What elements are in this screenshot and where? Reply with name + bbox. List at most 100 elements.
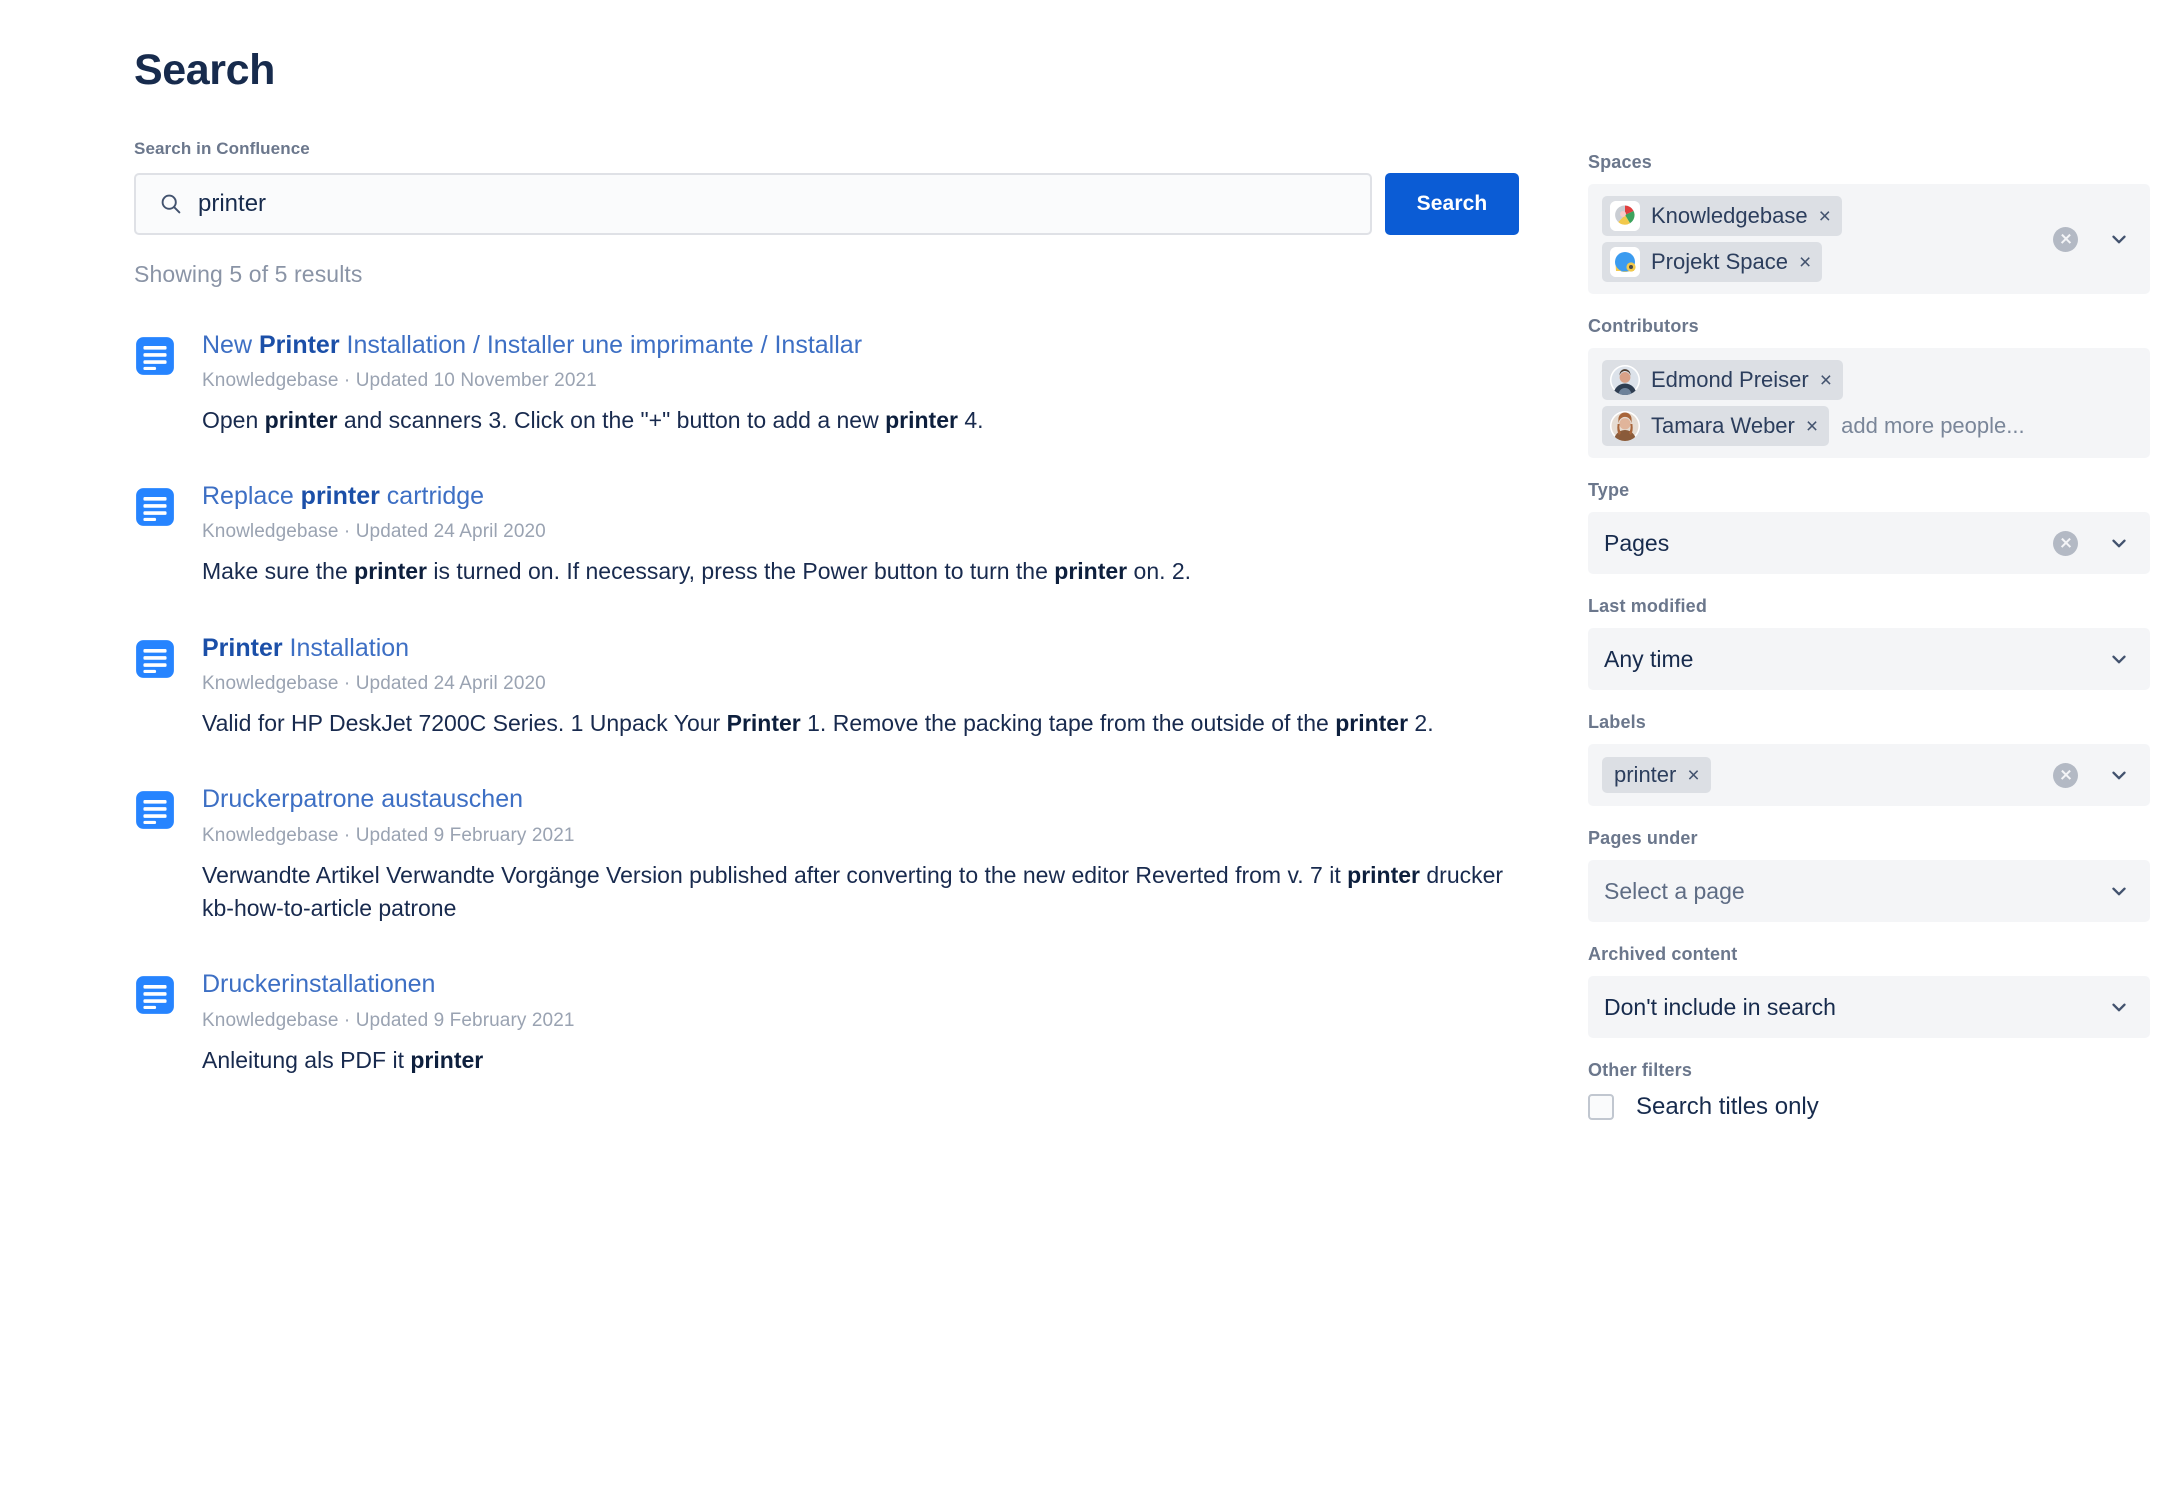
contributor-chip-label: Edmond Preiser xyxy=(1651,367,1809,393)
search-titles-only-row: Search titles only xyxy=(1588,1093,2150,1121)
result-body: Replace printer cartridge Knowledgebase … xyxy=(202,481,1534,589)
space-avatar-projekt-icon xyxy=(1610,247,1640,277)
labels-chip-stack: printer × xyxy=(1602,757,2053,793)
clear-labels-icon[interactable] xyxy=(2053,763,2078,788)
result-title-link[interactable]: Replace printer cartridge xyxy=(202,481,1534,512)
result-item: Replace printer cartridge Knowledgebase … xyxy=(134,481,1534,589)
filter-group-last-modified: Last modified Any time xyxy=(1588,596,2150,690)
page-document-icon xyxy=(134,335,176,377)
pages-under-field-actions xyxy=(2108,880,2136,902)
contributors-second-line: Tamara Weber × add more people... xyxy=(1602,406,2025,446)
pages-under-filter-field[interactable]: Select a page xyxy=(1588,860,2150,922)
result-snippet: Make sure the printer is turned on. If n… xyxy=(202,555,1527,588)
result-body: Druckerinstallationen Knowledgebase · Up… xyxy=(202,969,1534,1077)
result-body: Druckerpatrone austauschen Knowledgebase… xyxy=(202,784,1534,925)
contributors-filter-field[interactable]: Edmond Preiser × xyxy=(1588,348,2150,458)
result-title-link[interactable]: Printer Installation xyxy=(202,633,1534,664)
result-item: Druckerpatrone austauschen Knowledgebase… xyxy=(134,784,1534,925)
search-button[interactable]: Search xyxy=(1385,173,1519,235)
labels-filter-field[interactable]: printer × xyxy=(1588,744,2150,806)
label-chip-remove-icon[interactable]: × xyxy=(1687,765,1699,786)
contributor-chip-edmond-preiser[interactable]: Edmond Preiser × xyxy=(1602,360,1843,400)
page-document-icon xyxy=(134,789,176,831)
user-avatar-tamara-icon xyxy=(1610,411,1640,441)
filter-group-archived-content: Archived content Don't include in search xyxy=(1588,944,2150,1038)
chevron-down-icon[interactable] xyxy=(2108,532,2130,554)
result-body: Printer Installation Knowledgebase · Upd… xyxy=(202,633,1534,741)
filter-group-other-filters: Other filters Search titles only xyxy=(1588,1060,2150,1121)
space-chip-remove-icon[interactable]: × xyxy=(1799,252,1811,273)
chevron-down-icon[interactable] xyxy=(2108,764,2130,786)
result-item: Printer Installation Knowledgebase · Upd… xyxy=(134,633,1534,741)
space-chip-remove-icon[interactable]: × xyxy=(1819,206,1831,227)
contributor-chip-remove-icon[interactable]: × xyxy=(1820,370,1832,391)
filter-label-last-modified: Last modified xyxy=(1588,596,2150,617)
filter-group-spaces: Spaces Knowledgebase xyxy=(1588,0,2150,294)
chevron-down-icon[interactable] xyxy=(2108,228,2130,250)
spaces-field-actions xyxy=(2053,227,2136,252)
filter-label-spaces: Spaces xyxy=(1588,152,2150,173)
filter-group-type: Type Pages xyxy=(1588,480,2150,574)
chevron-down-icon[interactable] xyxy=(2108,880,2130,902)
last-modified-field-actions xyxy=(2108,648,2136,670)
contributor-chip-remove-icon[interactable]: × xyxy=(1806,416,1818,437)
filter-group-pages-under: Pages under Select a page xyxy=(1588,828,2150,922)
result-snippet: Verwandte Artikel Verwandte Vorgänge Ver… xyxy=(202,859,1527,926)
label-chip-printer[interactable]: printer × xyxy=(1602,757,1711,793)
filter-label-other-filters: Other filters xyxy=(1588,1060,2150,1081)
chevron-down-icon[interactable] xyxy=(2108,996,2130,1018)
filter-label-contributors: Contributors xyxy=(1588,316,2150,337)
space-chip-label: Knowledgebase xyxy=(1651,203,1808,229)
search-row: printer Search xyxy=(134,173,1534,235)
result-title-link[interactable]: New Printer Installation / Installer une… xyxy=(202,330,1534,361)
contributor-chip-label: Tamara Weber xyxy=(1651,413,1795,439)
page-title: Search xyxy=(134,0,1534,97)
search-titles-only-checkbox[interactable] xyxy=(1588,1094,1614,1120)
archived-content-filter-field[interactable]: Don't include in search xyxy=(1588,976,2150,1038)
result-snippet: Open printer and scanners 3. Click on th… xyxy=(202,404,1527,437)
clear-spaces-icon[interactable] xyxy=(2053,227,2078,252)
result-snippet: Anleitung als PDF it printer xyxy=(202,1044,1527,1077)
filter-label-labels: Labels xyxy=(1588,712,2150,733)
type-field-actions xyxy=(2053,531,2136,556)
user-avatar-edmond-icon xyxy=(1610,365,1640,395)
contributors-chip-stack: Edmond Preiser × xyxy=(1602,360,2136,446)
pages-under-filter-value: Select a page xyxy=(1602,878,2108,905)
search-page: Search Search in Confluence printer Sear… xyxy=(0,0,2161,1491)
filter-group-contributors: Contributors Edmond Preiser × xyxy=(1588,316,2150,458)
result-title-link[interactable]: Druckerinstallationen xyxy=(202,969,1534,1000)
result-meta: Knowledgebase · Updated 24 April 2020 xyxy=(202,521,1534,543)
filter-label-type: Type xyxy=(1588,480,2150,501)
page-document-icon xyxy=(134,486,176,528)
filter-group-labels: Labels printer × xyxy=(1588,712,2150,806)
space-avatar-knowledgebase-icon xyxy=(1610,201,1640,231)
type-filter-value: Pages xyxy=(1602,530,2053,557)
last-modified-filter-field[interactable]: Any time xyxy=(1588,628,2150,690)
search-icon xyxy=(159,192,183,216)
search-main-column: Search Search in Confluence printer Sear… xyxy=(134,0,1534,1121)
filters-panel: Spaces Knowledgebase xyxy=(1588,0,2150,1143)
spaces-filter-field[interactable]: Knowledgebase × Projekt Space × xyxy=(1588,184,2150,294)
result-meta: Knowledgebase · Updated 9 February 2021 xyxy=(202,825,1534,847)
chevron-down-icon[interactable] xyxy=(2108,648,2130,670)
search-titles-only-label: Search titles only xyxy=(1636,1093,1819,1121)
result-title-link[interactable]: Druckerpatrone austauschen xyxy=(202,784,1534,815)
filter-label-pages-under: Pages under xyxy=(1588,828,2150,849)
filter-label-archived-content: Archived content xyxy=(1588,944,2150,965)
result-meta: Knowledgebase · Updated 9 February 2021 xyxy=(202,1010,1534,1032)
contributor-chip-tamara-weber[interactable]: Tamara Weber × xyxy=(1602,406,1829,446)
result-item: New Printer Installation / Installer une… xyxy=(134,330,1534,438)
type-filter-field[interactable]: Pages xyxy=(1588,512,2150,574)
add-more-people-input[interactable]: add more people... xyxy=(1841,413,2024,439)
search-input[interactable]: printer xyxy=(134,173,1372,235)
result-snippet: Valid for HP DeskJet 7200C Series. 1 Unp… xyxy=(202,707,1527,740)
result-body: New Printer Installation / Installer une… xyxy=(202,330,1534,438)
search-input-value: printer xyxy=(198,190,266,218)
clear-type-icon[interactable] xyxy=(2053,531,2078,556)
result-item: Druckerinstallationen Knowledgebase · Up… xyxy=(134,969,1534,1077)
results-list: New Printer Installation / Installer une… xyxy=(134,330,1534,1077)
page-document-icon xyxy=(134,974,176,1016)
search-field-label: Search in Confluence xyxy=(134,139,1534,159)
space-chip-projekt-space[interactable]: Projekt Space × xyxy=(1602,242,1822,282)
space-chip-knowledgebase[interactable]: Knowledgebase × xyxy=(1602,196,1842,236)
